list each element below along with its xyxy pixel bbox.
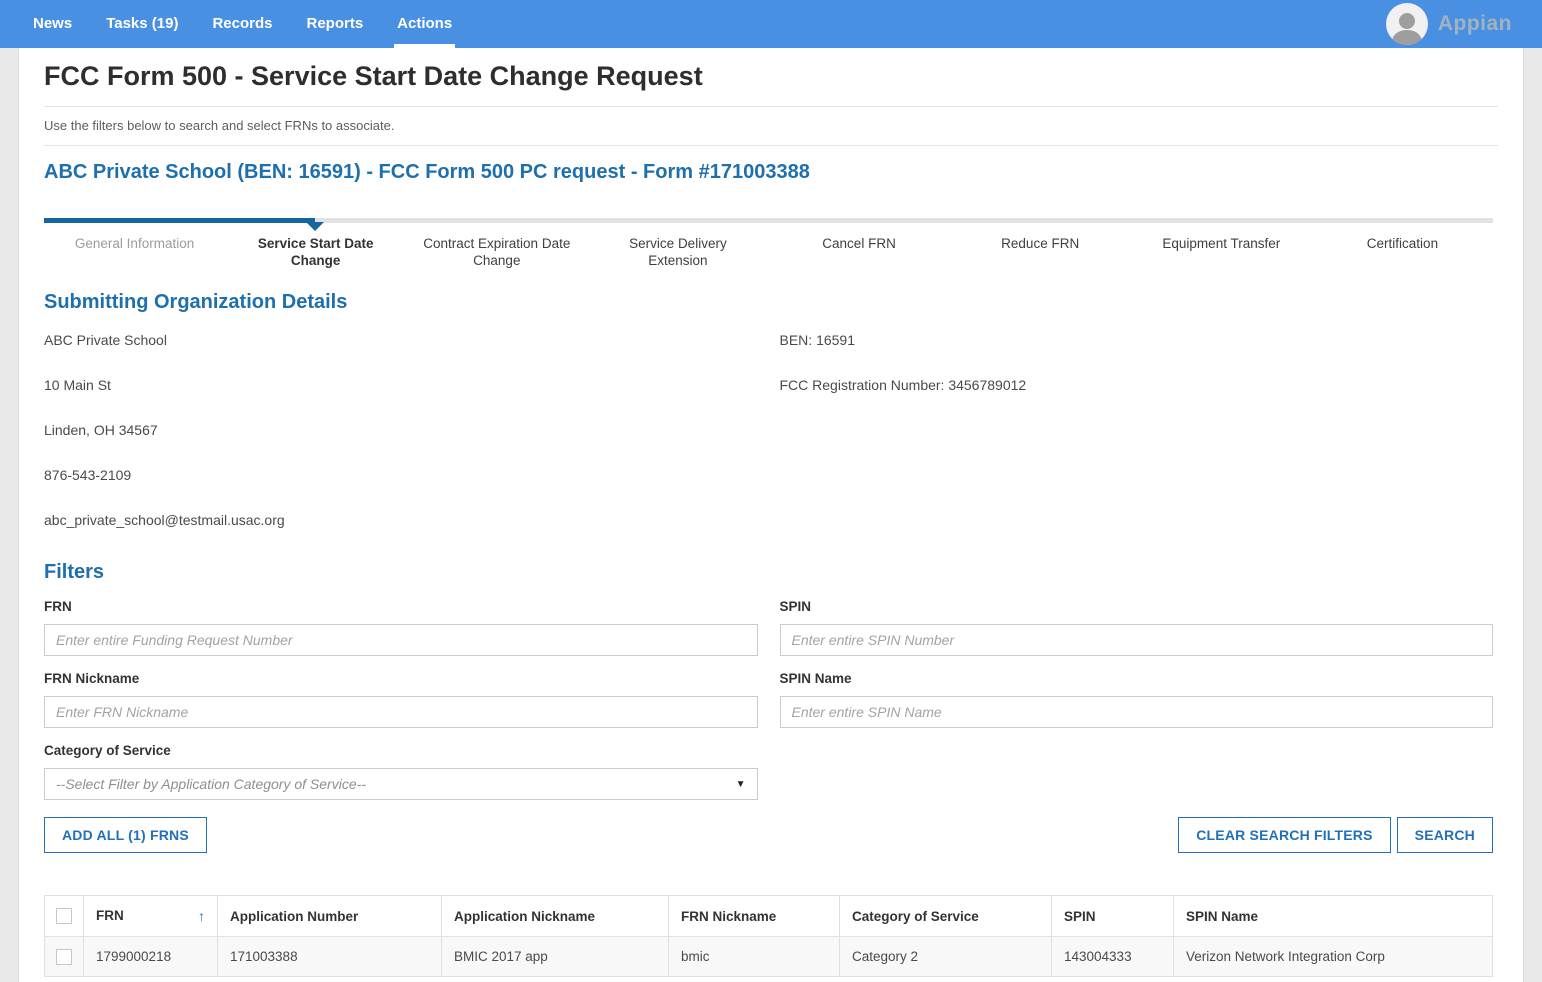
nav-item-tasks[interactable]: Tasks (19) [89,0,195,48]
step-progress-bar: General Information Service Start Date C… [44,218,1493,269]
spin-name-label: SPIN Name [780,671,1494,686]
column-header-spin[interactable]: SPIN [1052,896,1174,937]
filters-heading: Filters [44,561,1493,584]
page-shell: FCC Form 500 - Service Start Date Change… [0,48,1542,982]
current-step-arrow-icon [306,222,324,231]
filters-left-column: FRN FRN Nickname Category of Service --S… [44,584,758,800]
category-of-service-select[interactable]: --Select Filter by Application Category … [44,768,758,800]
frn-label: FRN [44,599,758,614]
frn-nickname-input[interactable] [44,696,758,728]
page-instructions: Use the filters below to search and sele… [44,107,1493,145]
column-header-frn-label: FRN [96,908,124,923]
column-header-frn-nickname[interactable]: FRN Nickname [669,896,840,937]
progress-track [44,218,1493,223]
org-details-left-column: ABC Private School 10 Main St Linden, OH… [44,318,758,543]
column-header-application-number[interactable]: Application Number [218,896,442,937]
category-of-service-field: Category of Service --Select Filter by A… [44,743,758,800]
results-table-section: FRN ↑ Application Number Application Nic… [44,895,1493,977]
spin-input[interactable] [780,624,1494,656]
page-title: FCC Form 500 - Service Start Date Change… [44,48,1493,106]
column-header-application-nickname[interactable]: Application Nickname [442,896,669,937]
org-city-state-zip: Linden, OH 34567 [44,408,758,438]
frn-nickname-field: FRN Nickname [44,671,758,728]
step-labels: General Information Service Start Date C… [44,235,1493,269]
filters-grid: FRN FRN Nickname Category of Service --S… [44,584,1493,800]
step-equipment-transfer[interactable]: Equipment Transfer [1131,235,1312,269]
cell-application-nickname: BMIC 2017 app [442,937,669,977]
column-header-frn[interactable]: FRN ↑ [84,896,218,937]
step-contract-expiration-date-change[interactable]: Contract Expiration Date Change [406,235,587,269]
category-of-service-label: Category of Service [44,743,758,758]
step-cancel-frn[interactable]: Cancel FRN [769,235,950,269]
frn-nickname-label: FRN Nickname [44,671,758,686]
step-general-information[interactable]: General Information [44,235,225,269]
top-navbar: News Tasks (19) Records Reports Actions … [0,0,1542,48]
add-all-frns-button[interactable]: ADD ALL (1) FRNS [44,817,207,853]
spin-name-field: SPIN Name [780,671,1494,728]
category-of-service-selected-value: --Select Filter by Application Category … [56,776,366,792]
org-street: 10 Main St [44,363,758,393]
frn-input[interactable] [44,624,758,656]
navbar-right: Appian [1386,3,1530,45]
user-avatar-icon [1390,9,1424,45]
org-details-heading: Submitting Organization Details [44,291,1493,314]
nav-item-records[interactable]: Records [195,0,289,48]
nav-item-news[interactable]: News [16,0,89,48]
cell-application-number: 171003388 [218,937,442,977]
org-details-section: Submitting Organization Details ABC Priv… [44,291,1493,543]
nav-item-reports[interactable]: Reports [289,0,380,48]
filter-actions-row: ADD ALL (1) FRNS CLEAR SEARCH FILTERS SE… [44,817,1493,853]
frn-field: FRN [44,599,758,656]
column-header-spin-name[interactable]: SPIN Name [1174,896,1493,937]
cell-frn: 1799000218 [84,937,218,977]
nav-item-actions[interactable]: Actions [380,0,469,48]
org-fcc-registration: FCC Registration Number: 3456789012 [780,363,1494,393]
cell-frn-nickname: bmic [669,937,840,977]
progress-fill [44,218,315,223]
step-reduce-frn[interactable]: Reduce FRN [950,235,1131,269]
step-certification[interactable]: Certification [1312,235,1493,269]
select-all-checkbox[interactable] [56,908,72,924]
sort-ascending-icon[interactable]: ↑ [198,908,205,924]
org-ben: BEN: 16591 [780,318,1494,348]
chevron-down-icon: ▼ [736,779,746,790]
cell-category-of-service: Category 2 [840,937,1052,977]
brand-logo: Appian [1438,12,1512,36]
user-avatar[interactable] [1386,3,1428,45]
org-email: abc_private_school@testmail.usac.org [44,498,758,528]
clear-search-filters-button[interactable]: CLEAR SEARCH FILTERS [1178,817,1390,853]
table-row: 1799000218 171003388 BMIC 2017 app bmic … [45,937,1493,977]
page-content: FCC Form 500 - Service Start Date Change… [18,48,1524,982]
form-heading: ABC Private School (BEN: 16591) - FCC Fo… [44,146,1493,190]
spin-name-input[interactable] [780,696,1494,728]
step-service-delivery-extension[interactable]: Service Delivery Extension [587,235,768,269]
org-name: ABC Private School [44,318,758,348]
results-header-row: FRN ↑ Application Number Application Nic… [45,896,1493,937]
spin-label: SPIN [780,599,1494,614]
filter-actions-right: CLEAR SEARCH FILTERS SEARCH [1178,817,1493,853]
step-service-start-date-change[interactable]: Service Start Date Change [225,235,406,269]
results-table: FRN ↑ Application Number Application Nic… [44,895,1493,977]
filters-right-column: SPIN SPIN Name [780,584,1494,800]
search-button[interactable]: SEARCH [1397,817,1493,853]
org-phone: 876-543-2109 [44,453,758,483]
cell-spin: 143004333 [1052,937,1174,977]
cell-spin-name: Verizon Network Integration Corp [1174,937,1493,977]
column-header-category-of-service[interactable]: Category of Service [840,896,1052,937]
row-checkbox[interactable] [56,949,72,965]
org-details-right-column: BEN: 16591 FCC Registration Number: 3456… [780,318,1494,543]
spin-field: SPIN [780,599,1494,656]
